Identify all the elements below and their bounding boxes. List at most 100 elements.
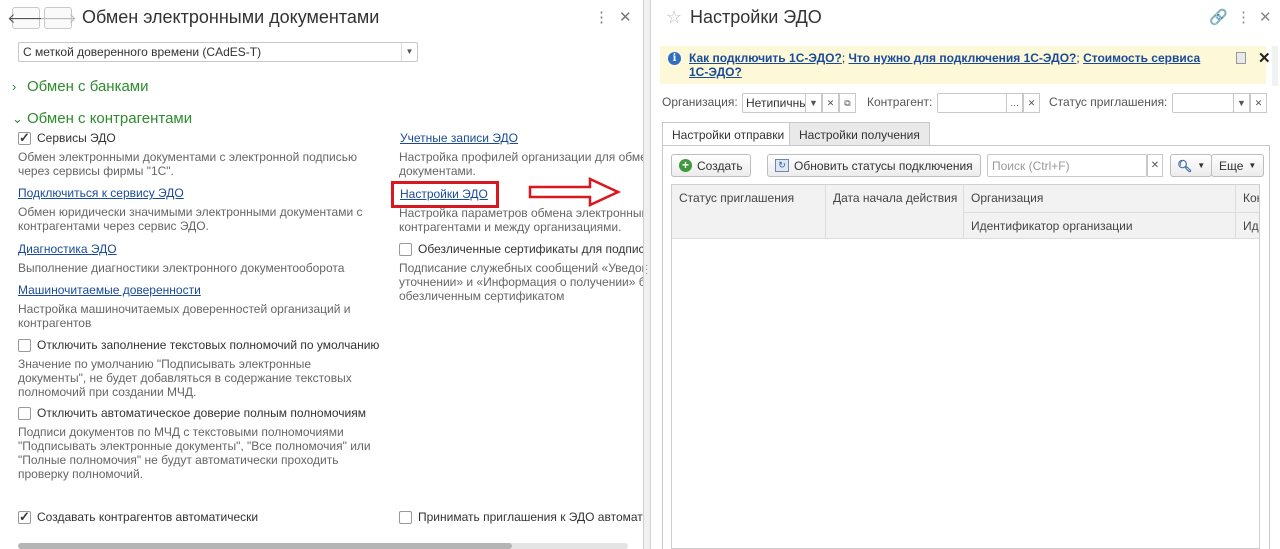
refresh-status-button[interactable]: ↻ Обновить статусы подключения [767, 154, 981, 177]
settings-table[interactable]: Статус приглашения Дата начала действия … [671, 184, 1260, 549]
accept-invites-checkbox[interactable]: Принимать приглашения к ЭДО автомати [399, 510, 645, 524]
group-banks[interactable]: › Обмен с банками [12, 78, 149, 95]
left-panel: 🡐 🡒 Обмен электронными документами ⋮ ✕ С… [0, 0, 645, 549]
search-icon: 🔍︎ [1177, 158, 1193, 173]
group-counterparties-label: Обмен с контрагентами [27, 110, 193, 127]
back-button[interactable]: 🡐 [7, 7, 45, 29]
info-link-how[interactable]: Как подключить 1С-ЭДО? [689, 51, 842, 65]
connect-service-desc: Обмен юридически значимыми электронными … [18, 205, 363, 233]
info-links: Как подключить 1С-ЭДО?; Что нужно для по… [689, 51, 1201, 79]
chevron-down-icon[interactable]: ▼ [1233, 93, 1250, 113]
org-field[interactable]: Нетипичнь [742, 93, 806, 113]
close-icon[interactable]: ✕ [1259, 8, 1272, 26]
chevron-down-icon[interactable]: ▼ [805, 93, 822, 113]
clear-icon[interactable]: ✕ [1023, 93, 1040, 113]
accept-invites-label: Принимать приглашения к ЭДО автомати [418, 510, 645, 524]
column-header-start-date[interactable]: Дата начала действия [826, 185, 964, 239]
disable-text-powers-checkbox[interactable]: Отключить заполнение текстовых полномочи… [18, 338, 379, 352]
plus-icon: + [679, 159, 692, 172]
clear-search-icon[interactable]: ✕ [1147, 154, 1163, 177]
document-icon[interactable] [1236, 52, 1246, 64]
accounts-desc: Настройка профилей организации для обмен… [399, 150, 645, 178]
counterparty-label: Контрагент: [867, 95, 933, 109]
more-button[interactable]: Еще ▼ [1211, 154, 1265, 177]
clear-icon[interactable]: ✕ [1250, 93, 1267, 113]
checkbox-box[interactable] [18, 338, 31, 352]
impersonal-certs-label: Обезличенные сертификаты для подписи [418, 242, 645, 256]
column-header-status[interactable]: Статус приглашения [672, 185, 826, 239]
refresh-icon: ↻ [775, 159, 789, 172]
chevron-down-icon[interactable]: ▼ [401, 43, 417, 61]
group-banks-label: Обмен с банками [27, 78, 149, 95]
checkbox-box[interactable] [399, 242, 412, 256]
counterparty-field[interactable] [937, 93, 1007, 113]
more-menu-icon[interactable]: ⋮ [594, 8, 609, 26]
disable-auto-trust-checkbox[interactable]: Отключить автоматическое доверие полным … [18, 406, 366, 420]
ellipsis-icon[interactable]: … [1006, 93, 1023, 113]
create-label: Создать [697, 158, 743, 173]
chevron-down-icon: ⌄ [12, 110, 23, 126]
forward-button[interactable]: 🡒 [39, 7, 77, 29]
connect-service-link[interactable]: Подключиться к сервису ЭДО [18, 186, 184, 200]
create-auto-checkbox[interactable]: Создавать контрагентов автоматически [18, 509, 259, 525]
search-button[interactable]: 🔍︎ ▼ [1170, 154, 1213, 177]
info-bar: i Как подключить 1С-ЭДО?; Что нужно для … [660, 46, 1271, 84]
checkbox-box[interactable] [399, 510, 412, 524]
tab-receive-settings[interactable]: Настройки получения [789, 122, 930, 146]
page-title: Обмен электронными документами [82, 7, 380, 27]
services-edo-label: Сервисы ЭДО [37, 131, 116, 145]
arrow-right-icon: 🡒 [39, 9, 77, 26]
more-menu-icon[interactable]: ⋮ [1236, 8, 1251, 26]
link-icon[interactable]: 🔗 [1209, 8, 1228, 26]
checkbox-box[interactable] [18, 509, 31, 525]
disable-text-powers-label: Отключить заполнение текстовых полномочи… [37, 338, 380, 352]
signature-type-select[interactable]: С меткой доверенного времени (CAdES-T) ▼ [18, 42, 418, 62]
scrollbar-thumb[interactable] [18, 543, 513, 549]
clear-icon[interactable]: ✕ [822, 93, 839, 113]
info-icon: i [668, 52, 681, 65]
diagnostics-desc: Выполнение диагностики электронного доку… [18, 261, 345, 275]
signature-type-value: С меткой доверенного времени (CAdES-T) [23, 45, 262, 59]
vertical-scrollbar[interactable] [1272, 46, 1278, 86]
star-icon[interactable]: ☆ [666, 7, 682, 28]
arrow-right-icon [528, 177, 621, 207]
diagnostics-link[interactable]: Диагностика ЭДО [18, 242, 117, 256]
checkbox-box[interactable] [18, 130, 31, 146]
column-header-next-sub[interactable]: Иде [1236, 212, 1259, 239]
open-icon[interactable]: ⧉ [839, 93, 856, 113]
column-header-org-id[interactable]: Идентификатор организации [964, 212, 1236, 239]
column-header-org[interactable]: Организация [964, 185, 1236, 212]
disable-text-powers-desc: Значение по умолчанию "Подписывать элект… [18, 357, 352, 399]
mchd-link[interactable]: Машиночитаемые доверенности [18, 283, 201, 297]
services-edo-desc: Обмен электронными документами с электро… [18, 150, 357, 178]
group-counterparties[interactable]: ⌄ Обмен с контрагентами [12, 110, 192, 127]
horizontal-scrollbar[interactable] [18, 543, 628, 549]
create-auto-label: Создавать контрагентов автоматически [37, 510, 259, 524]
drag-handle-icon[interactable]: · · · [645, 261, 648, 279]
close-info-icon[interactable]: ✕ [1258, 49, 1271, 67]
column-header-next[interactable]: Кон [1236, 185, 1259, 212]
org-label: Организация: [662, 95, 738, 109]
disable-auto-trust-label: Отключить автоматическое доверие полным … [37, 406, 366, 420]
status-label: Статус приглашения: [1049, 95, 1168, 109]
right-panel: ☆ Настройки ЭДО 🔗 ⋮ ✕ i Как подключить 1… [652, 0, 1280, 549]
impersonal-certs-checkbox[interactable]: Обезличенные сертификаты для подписи [399, 242, 645, 256]
search-input[interactable]: Поиск (Ctrl+F) [987, 154, 1147, 177]
info-link-what[interactable]: Что нужно для подключения 1С-ЭДО? [849, 51, 1077, 65]
edo-settings-desc: Настройка параметров обмена электронными… [399, 206, 645, 234]
accounts-link[interactable]: Учетные записи ЭДО [400, 131, 518, 145]
mchd-desc: Настройка машиночитаемых доверенностей о… [18, 302, 351, 330]
page-title: Настройки ЭДО [690, 7, 822, 27]
more-label: Еще [1219, 158, 1244, 173]
close-icon[interactable]: ✕ [619, 8, 632, 26]
status-field[interactable] [1172, 93, 1234, 113]
impersonal-certs-desc: Подписание служебных сообщений «Уведомл у… [399, 261, 645, 303]
tab-send-settings[interactable]: Настройки отправки [662, 122, 795, 146]
refresh-label: Обновить статусы подключения [794, 158, 973, 173]
services-edo-checkbox[interactable]: Сервисы ЭДО [18, 130, 116, 146]
create-button[interactable]: + Создать [671, 154, 751, 177]
checkbox-box[interactable] [18, 406, 31, 420]
chevron-right-icon: › [12, 79, 17, 94]
highlight-frame [391, 181, 499, 208]
disable-auto-trust-desc: Подписи документов по МЧД с текстовыми п… [18, 425, 371, 481]
